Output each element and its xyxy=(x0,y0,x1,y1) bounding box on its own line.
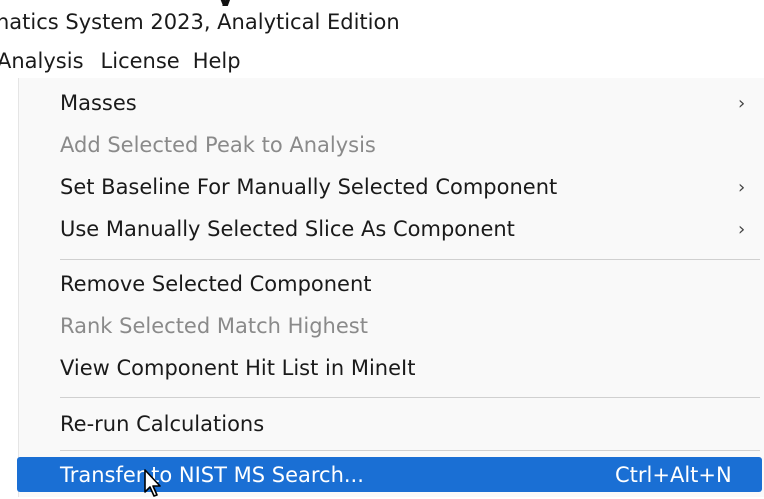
window-title: natics System 2023, Analytical Edition xyxy=(0,10,400,34)
menu-item-add-selected-peak: Add Selected Peak to Analysis xyxy=(19,123,762,167)
menu-separator xyxy=(60,450,760,451)
menu-license[interactable]: License xyxy=(101,49,193,73)
menu-item-label: Remove Selected Component xyxy=(60,272,372,296)
menu-item-label: Re-run Calculations xyxy=(60,412,265,436)
menu-help[interactable]: Help xyxy=(193,49,250,73)
menu-item-view-hit-list[interactable]: View Component Hit List in MineIt xyxy=(19,346,762,390)
menu-item-set-baseline[interactable]: Set Baseline For Manually Selected Compo… xyxy=(19,165,762,209)
menu-analysis[interactable]: Analysis xyxy=(0,49,98,73)
menu-item-use-slice-as-component[interactable]: Use Manually Selected Slice As Component… xyxy=(19,207,762,251)
menu-item-remove-component[interactable]: Remove Selected Component xyxy=(19,262,762,306)
menu-item-label: Rank Selected Match Highest xyxy=(60,314,368,338)
chevron-right-icon: › xyxy=(738,176,746,198)
chevron-right-icon: › xyxy=(738,92,746,114)
menu-item-label: Masses xyxy=(60,91,137,115)
menu-item-masses[interactable]: Masses › xyxy=(19,81,762,125)
menu-item-label: Transfer to NIST MS Search... xyxy=(60,462,364,487)
analysis-dropdown-menu: Masses › Add Selected Peak to Analysis S… xyxy=(17,78,764,497)
menu-separator xyxy=(60,397,760,398)
keyboard-shortcut: Ctrl+Alt+N xyxy=(615,462,732,487)
menu-item-label: Add Selected Peak to Analysis xyxy=(60,133,376,157)
menu-item-rerun-calculations[interactable]: Re-run Calculations xyxy=(19,402,762,446)
menu-item-label: Use Manually Selected Slice As Component xyxy=(60,217,515,241)
window-title-bar: natics System 2023, Analytical Edition xyxy=(0,6,764,38)
chevron-right-icon: › xyxy=(738,218,746,240)
arrow-pointer-icon xyxy=(144,469,161,497)
menu-item-rank-match-highest: Rank Selected Match Highest xyxy=(19,304,762,348)
menu-bar: Analysis License Help xyxy=(0,44,764,78)
menu-item-label: Set Baseline For Manually Selected Compo… xyxy=(60,175,558,199)
menu-item-transfer-to-nist[interactable]: Transfer to NIST MS Search... Ctrl+Alt+N xyxy=(17,457,762,492)
menu-separator xyxy=(60,259,760,260)
menu-item-label: View Component Hit List in MineIt xyxy=(60,356,416,380)
